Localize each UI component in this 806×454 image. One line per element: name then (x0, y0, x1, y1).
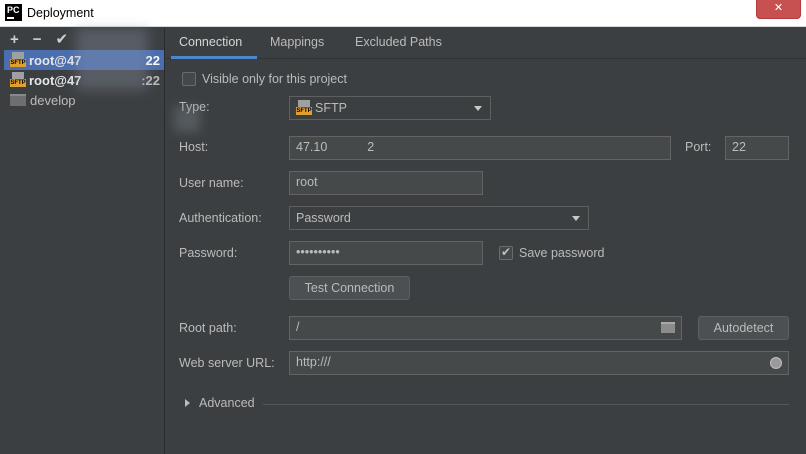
redaction-blur (174, 106, 200, 132)
advanced-separator (263, 404, 789, 405)
close-button[interactable]: ✕ (756, 0, 801, 19)
type-select[interactable]: SFTP SFTP (289, 96, 491, 120)
visible-only-label: Visible only for this project (202, 72, 347, 86)
folder-icon[interactable] (661, 322, 675, 333)
advanced-section-label[interactable]: Advanced (199, 396, 255, 410)
visible-only-checkbox[interactable] (182, 72, 196, 86)
expand-arrow-icon[interactable] (185, 399, 190, 407)
globe-icon[interactable] (770, 357, 782, 369)
save-password-label: Save password (519, 246, 605, 260)
chevron-down-icon (474, 106, 482, 111)
root-path-label: Root path: (179, 321, 237, 335)
host-label: Host: (179, 140, 209, 154)
authentication-label: Authentication: (179, 211, 262, 225)
password-input[interactable]: •••••••••• (289, 241, 483, 265)
tab-mappings[interactable]: Mappings (270, 35, 324, 49)
window-title: Deployment (27, 6, 94, 20)
sftp-server-icon: SFTP (10, 72, 26, 88)
port-label: Port: (685, 140, 712, 154)
test-connection-button[interactable]: Test Connection (289, 276, 410, 300)
web-server-url-value: http:/// (296, 355, 331, 369)
username-input[interactable]: root (289, 171, 483, 195)
set-default-button[interactable]: ✔ (56, 30, 69, 48)
root-path-input[interactable]: / (289, 316, 682, 340)
port-input[interactable]: 22 (725, 136, 789, 160)
authentication-select[interactable]: Password (289, 206, 589, 230)
chevron-down-icon (572, 216, 580, 221)
sftp-icon: SFTP (296, 100, 312, 116)
host-value: 47.10 (296, 140, 328, 154)
autodetect-button[interactable]: Autodetect (698, 316, 789, 340)
password-label: Password: (179, 246, 238, 260)
local-folder-icon (10, 94, 26, 106)
add-server-button[interactable]: + (10, 31, 19, 48)
server-item-label: develop (30, 92, 76, 108)
server-item[interactable]: develop (4, 90, 164, 110)
server-item-label: root@47 (29, 72, 82, 88)
redaction-blur (76, 28, 148, 90)
host-value-end: 2 (367, 140, 375, 154)
active-tab-indicator (171, 56, 257, 59)
host-input[interactable]: 47.10 2 (289, 136, 671, 160)
server-list-panel: + − ✔ SFTP root@47 22 SFTP root@47 :22 d… (4, 28, 165, 454)
root-path-value: / (296, 320, 300, 334)
tab-connection[interactable]: Connection (179, 35, 242, 49)
type-value: SFTP (315, 101, 347, 115)
username-label: User name: (179, 176, 244, 190)
remove-server-button[interactable]: − (33, 31, 42, 48)
pycharm-logo-icon: PC (5, 4, 22, 21)
server-settings-panel: Connection Mappings Excluded Paths Visib… (166, 28, 806, 454)
web-server-url-label: Web server URL: (179, 356, 275, 370)
server-item-label: root@47 (29, 52, 82, 68)
settings-tabs: Connection Mappings Excluded Paths (166, 28, 806, 59)
tab-excluded-paths[interactable]: Excluded Paths (355, 35, 442, 49)
sftp-server-icon: SFTP (10, 52, 26, 68)
authentication-value: Password (296, 211, 351, 225)
web-server-url-input[interactable]: http:/// (289, 351, 789, 375)
title-bar: PC Deployment ✕ (0, 0, 806, 27)
save-password-checkbox[interactable] (499, 245, 513, 260)
